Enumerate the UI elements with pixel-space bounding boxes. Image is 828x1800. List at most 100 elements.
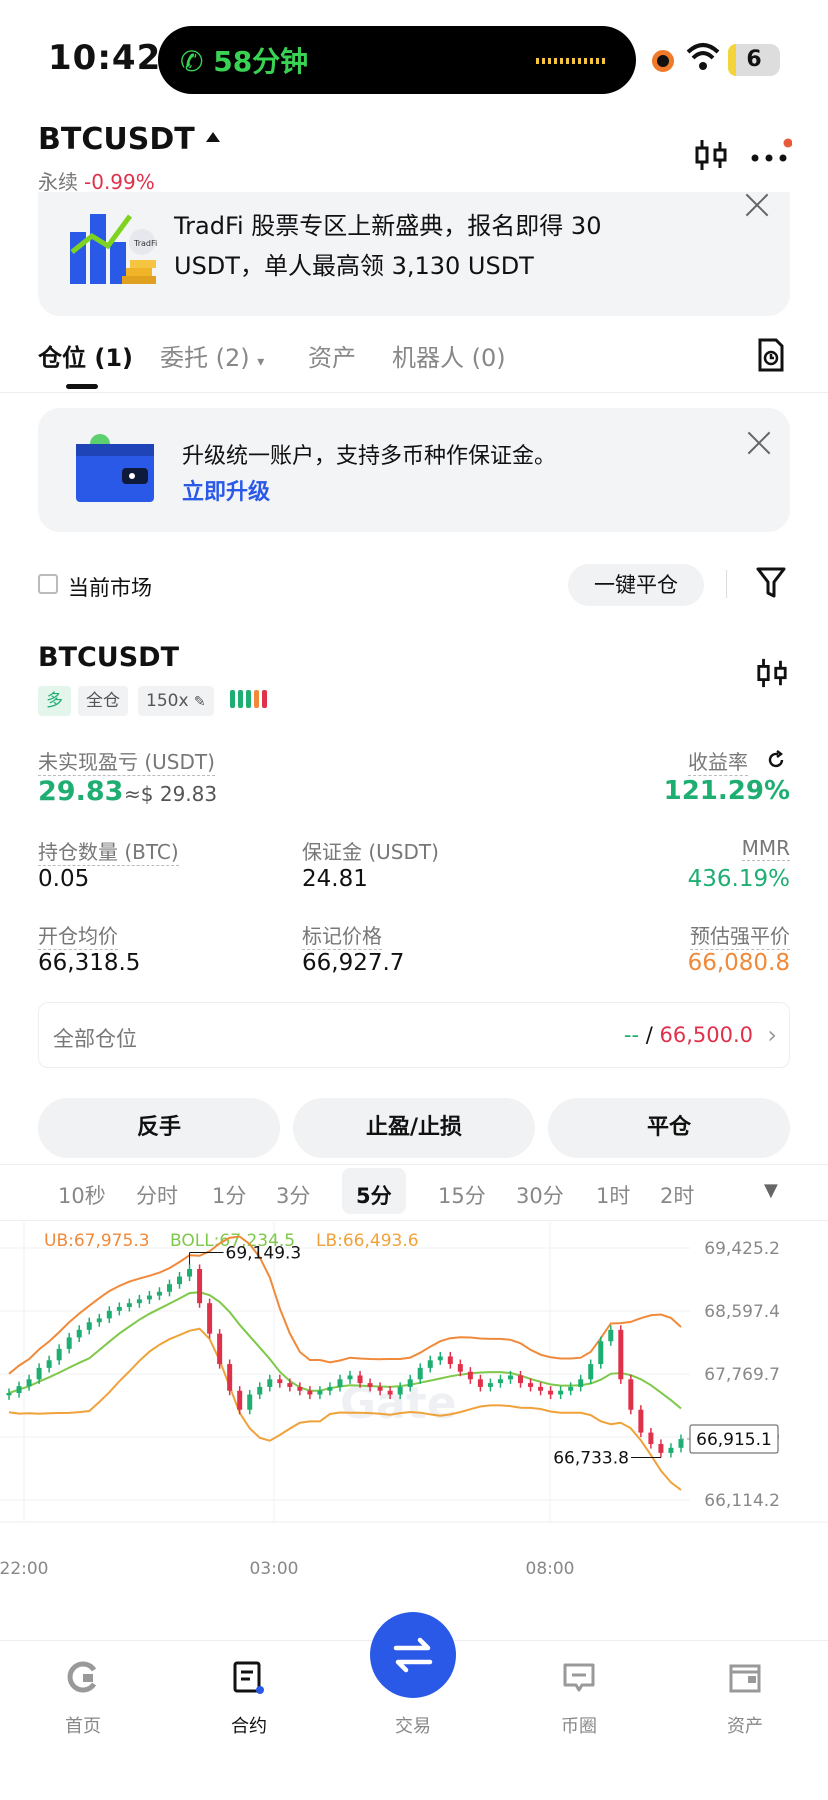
upgrade-account-card[interactable]: 升级统一账户，支持多币种作保证金。 立即升级 — [38, 408, 790, 532]
candle-body — [357, 1375, 363, 1384]
price-change: -0.99% — [84, 170, 155, 194]
all-positions-row[interactable]: 全部仓位 -- / 66,500.0 › — [38, 1002, 790, 1068]
candle-body — [307, 1390, 313, 1395]
nav-futures[interactable]: 合约 — [209, 1712, 289, 1738]
close-banner-icon[interactable] — [744, 192, 770, 218]
liq-price-label[interactable]: 预估强平价 — [690, 920, 790, 950]
close-position-button[interactable]: 平仓 — [548, 1098, 790, 1158]
upper-band — [8, 1235, 682, 1375]
contract-type: 永续 — [38, 170, 78, 194]
unrealized-pnl-label[interactable]: 未实现盈亏 (USDT) — [38, 746, 215, 776]
promo-banner[interactable]: TradFi TradFi 股票专区上新盛典，报名即得 30 USDT，单人最高… — [38, 192, 790, 316]
candle-body — [397, 1386, 403, 1395]
candlestick-chart-icon[interactable] — [694, 138, 728, 172]
pair-dropdown-icon[interactable] — [206, 132, 220, 142]
futures-icon[interactable] — [232, 1660, 266, 1696]
candle-body — [648, 1432, 654, 1444]
kline-chart[interactable]: Gate UB:67,975.3 BOLL:67,234.5 LB:66,493… — [0, 1222, 828, 1602]
tf-30m[interactable]: 30分 — [516, 1180, 564, 1210]
reverse-button[interactable]: 反手 — [38, 1098, 280, 1158]
candle-body — [56, 1348, 62, 1361]
candle-body — [407, 1379, 413, 1387]
leverage-badge[interactable]: 150x ✎ — [138, 686, 214, 716]
assets-icon[interactable] — [728, 1660, 762, 1694]
nav-community[interactable]: 币圈 — [539, 1712, 619, 1738]
tf-3m[interactable]: 3分 — [276, 1180, 310, 1210]
candle-body — [277, 1379, 283, 1384]
current-market-checkbox[interactable] — [38, 574, 58, 594]
candle-body — [578, 1379, 584, 1387]
mmr-label[interactable]: MMR — [741, 836, 790, 861]
y-axis-labels: 69,425.268,597.467,769.766,942.066,114.2 — [704, 1239, 780, 1511]
dynamic-island[interactable]: ✆ 58分钟 — [158, 26, 636, 94]
trade-fab-button[interactable] — [370, 1612, 456, 1698]
close-upgrade-icon[interactable] — [746, 430, 772, 456]
tab-orders[interactable]: 委托 (2) ▾ — [160, 338, 264, 373]
candle-body — [96, 1318, 102, 1323]
mark-price-label[interactable]: 标记价格 — [302, 920, 382, 950]
tab-positions[interactable]: 仓位 (1) — [38, 338, 133, 373]
tf-1m[interactable]: 1分 — [212, 1180, 246, 1210]
all-positions-label: 全部仓位 — [53, 1027, 137, 1051]
margin-value: 24.81 — [302, 866, 368, 892]
candle-body — [367, 1383, 373, 1387]
filter-divider — [726, 570, 727, 598]
timeframe-more-icon[interactable]: ▼ — [764, 1180, 778, 1201]
candle-body — [297, 1386, 303, 1391]
candle-body — [487, 1383, 493, 1387]
candle-body — [207, 1303, 213, 1334]
chevron-right-icon: › — [767, 1021, 777, 1049]
tf-10s[interactable]: 10秒 — [58, 1180, 106, 1210]
nav-trade[interactable]: 交易 — [373, 1712, 453, 1738]
candle-body — [66, 1337, 72, 1349]
x-tick-label: 08:00 — [526, 1559, 575, 1579]
candle-body — [156, 1291, 162, 1296]
tf-5m[interactable]: 5分 — [356, 1180, 392, 1210]
swap-icon — [393, 1637, 433, 1673]
timeframe-divider — [0, 1220, 828, 1221]
chevron-down-icon: ▾ — [257, 354, 265, 370]
candle-body — [678, 1439, 684, 1448]
refresh-icon[interactable] — [766, 750, 786, 770]
tab-orders-label: 委托 (2) — [160, 344, 250, 372]
close-all-button[interactable]: 一键平仓 — [568, 564, 704, 606]
tf-1h[interactable]: 1时 — [596, 1180, 630, 1210]
pair-title[interactable]: BTCUSDT — [38, 122, 195, 157]
x-tick-label: 22:00 — [0, 1559, 49, 1579]
risk-level-bars — [230, 690, 267, 712]
history-document-icon[interactable] — [756, 338, 786, 372]
all-positions-value-group: -- / 66,500.0 — [624, 1023, 753, 1047]
pair-subtitle: 永续 -0.99% — [38, 166, 155, 195]
battery-icon: 6 — [728, 44, 780, 76]
roi-label[interactable]: 收益率 — [688, 746, 748, 776]
position-chart-icon[interactable] — [756, 656, 788, 690]
mark-price-value: 66,927.7 — [302, 950, 405, 976]
size-value: 0.05 — [38, 866, 90, 892]
entry-price-label[interactable]: 开仓均价 — [38, 920, 118, 950]
nav-home[interactable]: 首页 — [43, 1712, 123, 1738]
more-icon[interactable] — [750, 138, 792, 174]
community-icon[interactable] — [562, 1662, 596, 1694]
upgrade-link[interactable]: 立即升级 — [182, 474, 270, 506]
nav-assets[interactable]: 资产 — [705, 1712, 785, 1738]
tab-bots[interactable]: 机器人 (0) — [392, 338, 506, 373]
tf-2h[interactable]: 2时 — [660, 1180, 694, 1210]
tf-15m[interactable]: 15分 — [438, 1180, 486, 1210]
promo-text: TradFi 股票专区上新盛典，报名即得 30 USDT，单人最高领 3,130… — [174, 212, 602, 280]
edit-icon: ✎ — [193, 694, 206, 710]
size-label[interactable]: 持仓数量 (BTC) — [38, 836, 179, 866]
candle-body — [166, 1284, 172, 1292]
tab-assets[interactable]: 资产 — [308, 338, 356, 373]
candle-body — [146, 1295, 152, 1300]
filter-icon[interactable] — [756, 566, 786, 600]
recording-indicator-icon — [652, 50, 674, 72]
actions-divider — [0, 1164, 828, 1165]
tf-line[interactable]: 分时 — [136, 1180, 178, 1210]
roi-value: 121.29% — [663, 776, 790, 806]
tpsl-button[interactable]: 止盈/止损 — [293, 1098, 535, 1158]
candle-body — [116, 1307, 122, 1311]
price-markers: 69,149.3 66,733.8 66,915.1 — [189, 1243, 779, 1468]
position-symbol[interactable]: BTCUSDT — [38, 642, 179, 673]
home-icon[interactable] — [66, 1660, 100, 1694]
candle-body — [237, 1390, 243, 1410]
